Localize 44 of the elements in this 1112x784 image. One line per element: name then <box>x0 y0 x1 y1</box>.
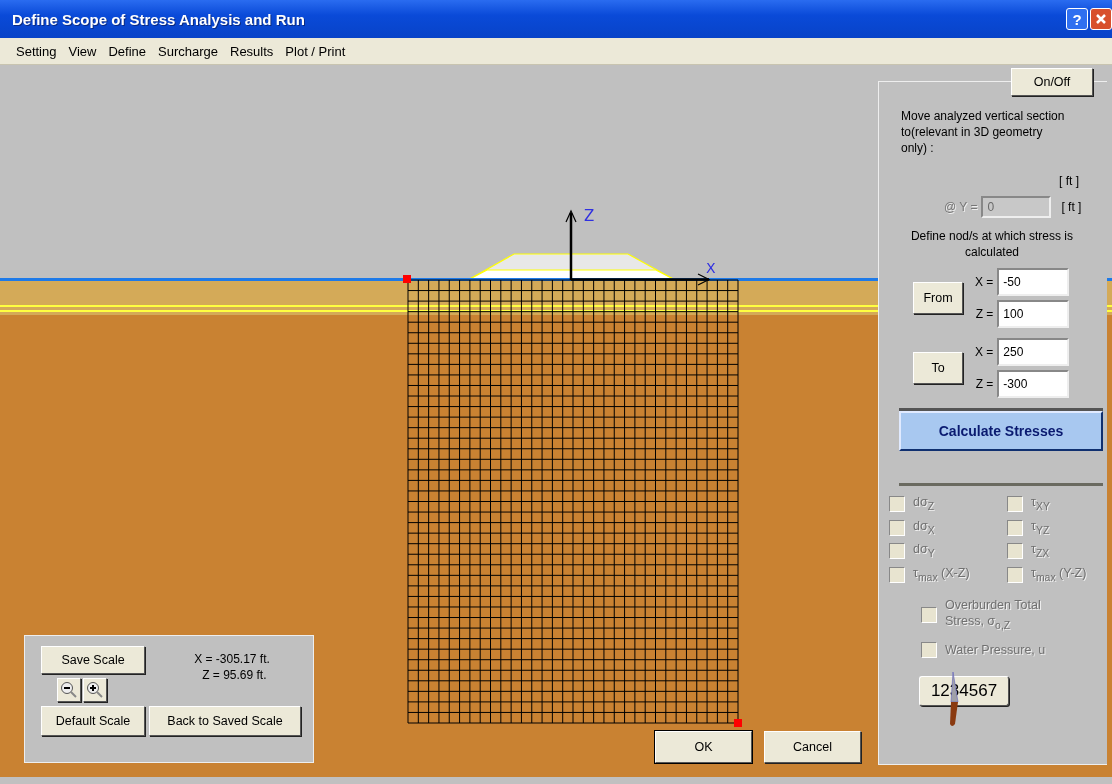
zoom-in-button[interactable] <box>83 678 107 702</box>
zoom-out-icon <box>60 681 78 699</box>
range-button[interactable]: From <box>913 282 963 314</box>
field-label: X = <box>975 275 994 289</box>
node-marker <box>403 275 411 283</box>
field-label: X = <box>975 345 994 359</box>
menu-item[interactable]: View <box>62 43 103 59</box>
y-field-label: @ Y = <box>944 200 978 214</box>
axis-label: Z <box>584 207 595 225</box>
save-scale-button[interactable]: Save Scale <box>41 646 145 674</box>
back-to-saved-scale-button[interactable]: Back to Saved Scale <box>149 706 301 736</box>
z-coordinate-readout: Z = 95.69 ft. <box>201 668 268 682</box>
menu-item[interactable]: Surcharge <box>152 43 224 59</box>
section-note: Move analyzed vertical section to(relevant in 3D geometry only) : <box>901 108 1066 156</box>
nodes-note: Define nod/s at which stress is calculated <box>909 228 1075 260</box>
menu-item[interactable]: Results <box>224 43 280 59</box>
field-label: Z = <box>975 307 994 321</box>
zoom-in-icon <box>86 681 104 699</box>
close-icon <box>1095 13 1107 25</box>
zoom-out-button[interactable] <box>57 678 81 702</box>
window-title: Define Scope of Stress Analysis and Run <box>12 10 306 28</box>
unit-label: [ ft ] <box>1061 200 1082 214</box>
range-button[interactable]: To <box>913 352 963 384</box>
on-off-button[interactable]: On/Off <box>1011 68 1093 96</box>
dialog-button[interactable]: OK <box>655 731 752 763</box>
node-marker <box>734 719 742 727</box>
help-button[interactable]: ? <box>1066 8 1088 30</box>
menu-item[interactable]: Plot / Print <box>279 43 352 59</box>
unit-label: [ ft ] <box>1059 174 1079 188</box>
x-input-field[interactable]: 250 <box>997 338 1070 366</box>
menu-item[interactable]: Define <box>102 43 152 59</box>
axis-label: X <box>706 260 716 276</box>
z-input-field[interactable]: -300 <box>997 370 1070 398</box>
z-axis-arrow <box>565 209 577 280</box>
z-input-field[interactable]: 100 <box>997 300 1070 328</box>
default-scale-button[interactable]: Default Scale <box>41 706 145 736</box>
calculate-stresses-button[interactable]: Calculate Stresses <box>899 411 1103 451</box>
close-button[interactable] <box>1090 8 1112 30</box>
x-coordinate-readout: X = -305.17 ft. <box>194 652 271 666</box>
menu-item[interactable]: Setting <box>10 43 63 59</box>
dialog-button[interactable]: Cancel <box>764 731 861 763</box>
counter-button[interactable]: 1234567 <box>919 675 1009 706</box>
field-label: Z = <box>975 377 994 391</box>
x-input-field[interactable]: -50 <box>997 268 1070 296</box>
